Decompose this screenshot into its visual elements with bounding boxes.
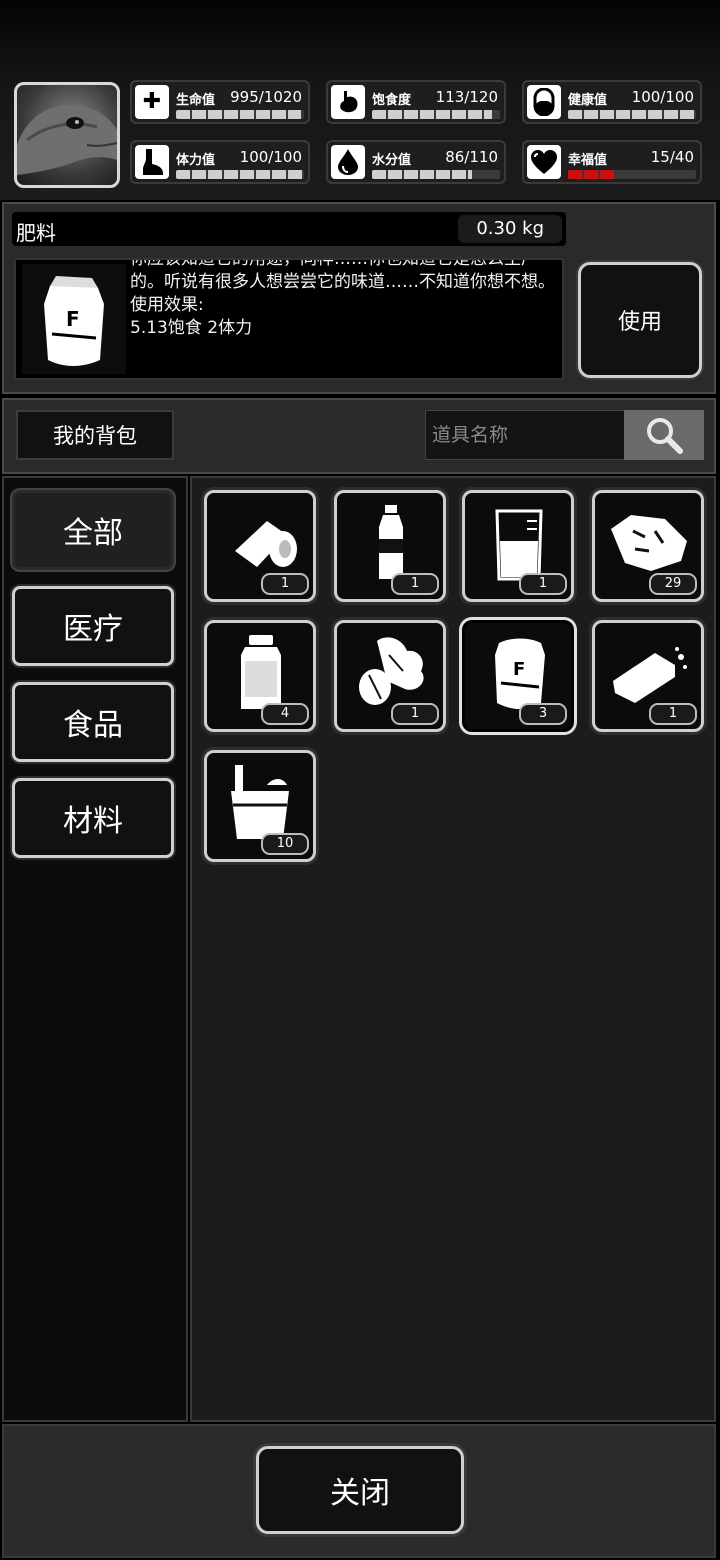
category-food[interactable]: 食品 [12, 682, 174, 762]
stat-bar [372, 110, 500, 119]
water-drop-icon [331, 145, 365, 179]
inventory-slot[interactable]: 1 [592, 620, 704, 732]
item-count: 3 [519, 703, 567, 725]
stat-bar [568, 110, 696, 119]
item-description-box[interactable]: F 你应该知道它的用途，同样……你也知道它是怎么生产的。听说有很多人想尝尝它的味… [14, 258, 564, 380]
item-count: 1 [261, 573, 309, 595]
bandage-icon [235, 521, 297, 567]
heart-icon [527, 145, 561, 179]
inventory-slot[interactable]: 1 [334, 620, 446, 732]
search-icon [647, 418, 683, 454]
stat-bar-fill [568, 170, 616, 179]
foot-icon [135, 145, 169, 179]
svg-text:F: F [513, 659, 525, 680]
stat-stamina: 体力值 100/100 [130, 140, 310, 184]
item-name: 肥料 [16, 221, 56, 245]
stat-bar [372, 170, 500, 179]
item-search-input[interactable]: 道具名称 [425, 410, 625, 460]
stat-bar-fill [568, 110, 696, 119]
stat-bar [176, 170, 304, 179]
item-count: 10 [261, 833, 309, 855]
reptile-head-icon [17, 104, 117, 175]
stat-hydration: 水分值 86/110 [326, 140, 506, 184]
item-preview: F [22, 264, 126, 374]
item-count: 1 [391, 573, 439, 595]
beaker-icon [495, 509, 543, 581]
stat-value: 113/120 [435, 88, 498, 106]
stat-wellness: 健康值 100/100 [522, 80, 702, 124]
stat-name: 水分值 [372, 153, 412, 168]
first-aid-icon: ✚ [135, 85, 169, 119]
stat-value: 15/40 [650, 148, 694, 166]
item-count: 1 [649, 703, 697, 725]
inventory-slot[interactable]: 1 [462, 490, 574, 602]
stat-name: 体力值 [176, 153, 216, 168]
meat-chunk-icon [611, 515, 687, 571]
item-count: 1 [391, 703, 439, 725]
avatar[interactable] [14, 82, 120, 188]
item-count: 1 [519, 573, 567, 595]
inventory-slot-selected[interactable]: F 3 [462, 620, 574, 732]
close-button[interactable]: 关闭 [256, 1446, 464, 1534]
bucket-icon [231, 765, 289, 839]
inventory-slot[interactable]: 1 [204, 490, 316, 602]
category-all[interactable]: 全部 [12, 490, 174, 570]
item-count: 4 [261, 703, 309, 725]
inventory-slot[interactable]: 4 [204, 620, 316, 732]
jar-icon [241, 635, 281, 709]
item-description: 你应该知道它的用途，同样……你也知道它是怎么生产的。听说有很多人想尝尝它的味道…… [130, 258, 555, 338]
stat-name: 饱食度 [372, 93, 412, 108]
fertilizer-bag-icon: F [44, 276, 104, 366]
category-materials[interactable]: 材料 [12, 778, 174, 858]
stat-bar [176, 110, 304, 119]
stat-bar-fill [176, 110, 301, 119]
pill-icon [527, 85, 561, 119]
stat-health: ✚ 生命值 995/1020 [130, 80, 310, 124]
stat-happiness: 幸福值 15/40 [522, 140, 702, 184]
category-medical[interactable]: 医疗 [12, 586, 174, 666]
stat-value: 100/100 [239, 148, 302, 166]
stat-bar-fill [372, 170, 472, 179]
search-button[interactable] [624, 410, 704, 460]
stat-name: 健康值 [568, 93, 608, 108]
item-name-bar: 肥料 0.30 kg [12, 212, 566, 246]
fertilizer-bag-icon: F [495, 638, 545, 709]
inventory-slot[interactable]: 29 [592, 490, 704, 602]
inventory-slot[interactable]: 1 [334, 490, 446, 602]
svg-text:F: F [66, 307, 80, 331]
stat-bar [568, 170, 696, 179]
stat-value: 995/1020 [230, 88, 302, 106]
item-count: 29 [649, 573, 697, 595]
item-grid [190, 476, 716, 1422]
use-button[interactable]: 使用 [578, 262, 702, 378]
stat-value: 86/110 [445, 148, 498, 166]
stat-value: 100/100 [631, 88, 694, 106]
vegetables-icon [359, 637, 424, 705]
stat-name: 幸福值 [568, 153, 608, 168]
stomach-icon [331, 85, 365, 119]
stat-bar-fill [372, 110, 493, 119]
stat-name: 生命值 [176, 93, 216, 108]
backpack-title: 我的背包 [16, 410, 174, 460]
stat-bar-fill [176, 170, 304, 179]
water-bottle-icon [379, 505, 403, 579]
bread-icon [613, 647, 687, 703]
inventory-slot[interactable]: 10 [204, 750, 316, 862]
item-weight: 0.30 kg [458, 215, 562, 243]
stat-satiety: 饱食度 113/120 [326, 80, 506, 124]
